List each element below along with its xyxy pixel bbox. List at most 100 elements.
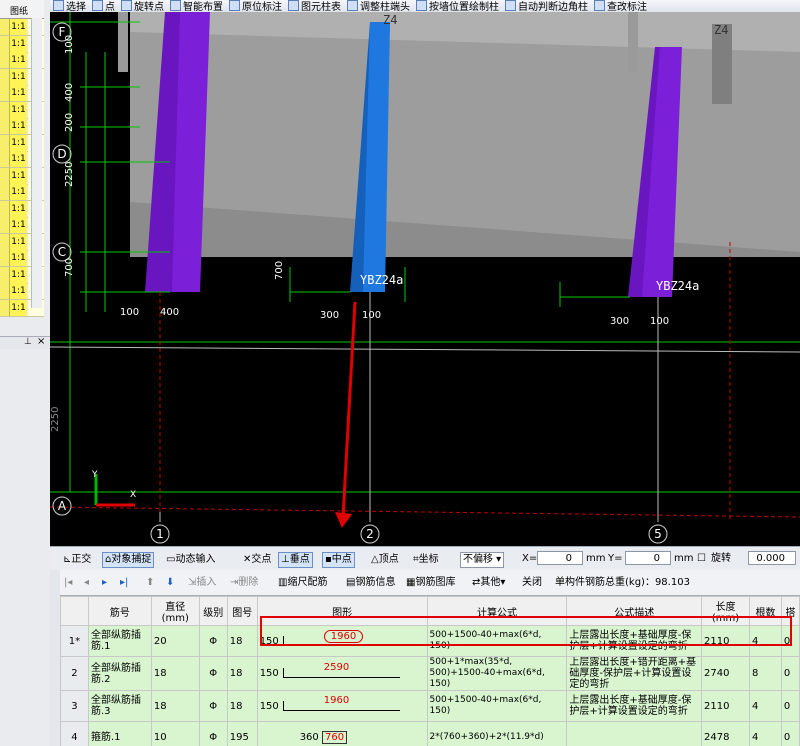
bar-figure-no[interactable]: 18: [226, 656, 258, 691]
axis-number-5: 5: [654, 527, 662, 541]
snap-intersect-button[interactable]: ✕交点: [240, 552, 274, 568]
snap-midpoint-button[interactable]: ▪中点: [322, 552, 355, 568]
dim-v-5: 700: [64, 258, 75, 277]
bar-diameter[interactable]: 18: [150, 690, 200, 722]
close-icon[interactable]: ×: [37, 336, 45, 347]
bar-description[interactable]: [566, 721, 703, 746]
bar-description[interactable]: 上层露出长度+基础厚度-保护层+计算设置设定的弯折: [566, 625, 703, 657]
bar-description[interactable]: 上层露出长度+基础厚度-保护层+计算设置设定的弯折: [566, 690, 703, 722]
bar-grade[interactable]: Φ: [198, 721, 228, 746]
row-scale: 1:1: [10, 167, 27, 184]
bar-lap[interactable]: 0: [780, 625, 800, 657]
nav-first-icon[interactable]: |◂: [64, 576, 72, 590]
row-marker: [0, 85, 10, 101]
other-menu-button[interactable]: ⇄其他▾: [472, 576, 505, 590]
bar-grade[interactable]: Φ: [198, 625, 228, 657]
rebar-info-button[interactable]: ▤钢筋信息: [346, 576, 395, 590]
bar-formula[interactable]: 500+1500-40+max(6*d, 150): [426, 690, 568, 722]
shape-mid: 760: [321, 730, 348, 744]
bar-diameter[interactable]: 18: [150, 656, 200, 691]
table-row[interactable]: 4 箍筋.1 10 Φ 195 360 760 2*(760+360)+2*(11.9*d)…: [60, 721, 800, 746]
nav-last-icon[interactable]: ▸|: [120, 576, 128, 590]
move-down-icon[interactable]: ⬇: [166, 576, 174, 590]
x-input[interactable]: 0: [537, 551, 583, 565]
bar-name[interactable]: 全部纵筋插筋.2: [87, 656, 152, 691]
bar-formula[interactable]: 500+1*max(35*d, 500)+1500-40+max(6*d, 15…: [426, 656, 568, 691]
table-row[interactable]: 1* 全部纵筋插筋.1 20 Φ 18 150 1960 500+1500-40+max(6*…: [60, 625, 800, 657]
toolbar-button-1[interactable]: 点: [89, 0, 118, 12]
row-marker: [0, 118, 10, 134]
bar-diameter[interactable]: 20: [150, 625, 200, 657]
bar-lap[interactable]: 0: [780, 656, 800, 691]
snap-vertex-button[interactable]: △顶点: [368, 552, 402, 568]
bar-figure-no[interactable]: 18: [226, 690, 258, 722]
nav-prev-icon[interactable]: ◂: [84, 576, 89, 590]
row-scale: 1:1: [10, 266, 27, 283]
axis-letter-d: D: [57, 147, 66, 161]
axis-letter-a: A: [58, 499, 67, 513]
bar-count[interactable]: 4: [748, 690, 782, 722]
bar-count[interactable]: 8: [748, 656, 782, 691]
row-marker: [0, 200, 10, 217]
offset-mode-select[interactable]: 不偏移 ▾: [460, 552, 505, 568]
toolbar-button-7[interactable]: 按墙位置绘制柱: [413, 0, 502, 12]
bar-figure-no[interactable]: 195: [226, 721, 258, 746]
delete-button[interactable]: ⇥删除: [230, 576, 258, 590]
toolbar-button-4[interactable]: 原位标注: [226, 0, 285, 12]
row-marker: [0, 266, 10, 283]
toolbar-icon-3: [170, 0, 181, 11]
top-label-1: Z4: [383, 13, 397, 27]
bar-formula[interactable]: 500+1500-40+max(6*d, 150): [426, 625, 568, 657]
bar-count[interactable]: 4: [748, 625, 782, 657]
bar-count[interactable]: 4: [748, 721, 782, 746]
bar-grade[interactable]: Φ: [198, 656, 228, 691]
bar-figure-no[interactable]: 18: [226, 625, 258, 657]
close-button[interactable]: 关闭: [522, 576, 542, 590]
toolbar-button-6[interactable]: 调整柱端头: [344, 0, 413, 12]
row-marker: [0, 151, 10, 167]
cad-viewport[interactable]: F D C A 1 2 5 YBZ24a YBZ24a Z4 Z4 100 40…: [50, 12, 800, 546]
ortho-toggle[interactable]: ⊾正交: [60, 552, 94, 568]
bar-name[interactable]: 全部纵筋插筋.3: [87, 690, 152, 722]
bar-lap[interactable]: 0: [780, 721, 800, 746]
pin-icon[interactable]: ⊥: [24, 337, 32, 347]
rebar-library-button[interactable]: ▦钢筋图库: [406, 576, 455, 590]
bar-grade[interactable]: Φ: [198, 690, 228, 722]
perpendicular-icon: ⊥: [281, 554, 290, 565]
table-row[interactable]: 2 全部纵筋插筋.2 18 Φ 18 150 2590 500+1*max(35*d, 500…: [60, 656, 800, 691]
bar-name[interactable]: 箍筋.1: [87, 721, 152, 746]
y-input[interactable]: 0: [625, 551, 671, 565]
cad-drawing[interactable]: F D C A 1 2 5 YBZ24a YBZ24a Z4 Z4 100 40…: [50, 12, 800, 546]
bar-lap[interactable]: 0: [780, 690, 800, 722]
snap-coordinate-button[interactable]: ⌗坐标: [410, 552, 442, 568]
bar-formula[interactable]: 2*(760+360)+2*(11.9*d): [426, 721, 568, 746]
dim-v-1: 100: [64, 35, 75, 54]
object-snap-toggle[interactable]: ⌂对象捕捉: [102, 552, 155, 568]
row-scale: 1:1: [10, 151, 27, 167]
toolbar-button-2[interactable]: 旋转点: [118, 0, 167, 12]
rotate-input[interactable]: 0.000: [748, 551, 796, 565]
rotate-checkbox[interactable]: ☐: [697, 552, 706, 566]
toolbar-button-8[interactable]: 自动判断边角柱: [502, 0, 591, 12]
row-scale: 1:1: [10, 35, 27, 52]
toolbar-button-0[interactable]: 选择: [50, 0, 89, 12]
table-row[interactable]: 3 全部纵筋插筋.3 18 Φ 18 150 1960 500+1500-40+max(6*d…: [60, 690, 800, 722]
toolbar-button-9[interactable]: 查改标注: [591, 0, 650, 12]
snap-perpendicular-button[interactable]: ⊥垂点: [278, 552, 313, 568]
toolbar-button-3[interactable]: 智能布置: [167, 0, 226, 12]
bar-description[interactable]: 上层露出长度+错开距离+基础厚度-保护层+计算设置设定的弯折: [566, 656, 703, 691]
left-panel-scrollbar[interactable]: [31, 18, 42, 308]
svg-text:X: X: [130, 490, 136, 500]
toolbar-button-5[interactable]: 图元柱表: [285, 0, 344, 12]
bar-diameter[interactable]: 10: [150, 721, 200, 746]
scale-rebar-button[interactable]: ▥缩尺配筋: [278, 576, 327, 590]
dynamic-input-toggle[interactable]: ▭动态输入: [163, 552, 218, 568]
insert-button[interactable]: ⇲插入: [188, 576, 216, 590]
dim-v-6: 700: [274, 261, 285, 280]
nav-next-icon[interactable]: ▸: [102, 576, 107, 590]
toolbar-icon-9: [594, 0, 605, 11]
bar-name[interactable]: 全部纵筋插筋.1: [87, 625, 152, 657]
move-up-icon[interactable]: ⬆: [146, 576, 154, 590]
row-index: 2: [60, 656, 89, 691]
dim-h-1: 100: [120, 307, 139, 318]
